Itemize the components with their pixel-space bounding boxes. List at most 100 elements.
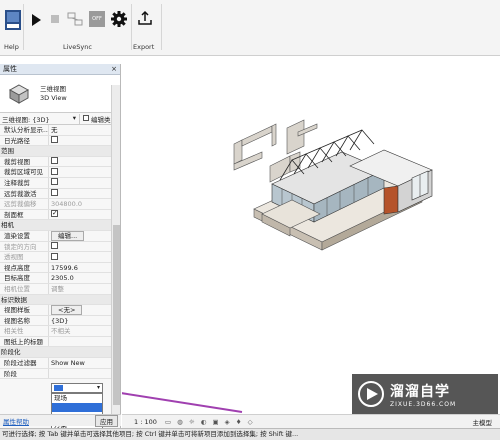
property-row[interactable]: 远剪裁偏移 304800.0 — [0, 199, 120, 210]
property-value[interactable] — [49, 252, 120, 262]
phase-option[interactable]: 现场 — [52, 394, 102, 403]
property-value[interactable]: 17599.6 — [49, 263, 120, 273]
property-row[interactable]: 视点高度 17599.6 — [0, 262, 120, 274]
gear-icon[interactable] — [110, 10, 128, 28]
property-key: 远剪裁偏移 — [0, 199, 49, 209]
property-value[interactable]: {3D} — [49, 316, 120, 326]
property-value[interactable]: 不相关 — [49, 326, 120, 336]
property-value[interactable]: <无> — [49, 305, 120, 315]
property-section[interactable]: 标识数据⌃ — [0, 294, 120, 306]
view-control-bar: 1 : 100 ▭ ◍ ☼ ◐ ▣ ◈ ♦ ◇ 主模型 — [122, 414, 500, 428]
property-value-text: Show New — [51, 359, 85, 368]
property-row[interactable]: 裁剪视图 — [0, 156, 120, 168]
property-value[interactable] — [49, 210, 120, 220]
properties-grid: 默认分析显示...无日光路径范围⌃裁剪视图裁剪区域可见注释裁剪远剪裁激活远剪裁偏… — [0, 125, 120, 380]
view-controls-icons[interactable]: ▭ ◍ ☼ ◐ ▣ ◈ ♦ ◇ — [165, 418, 255, 426]
property-row[interactable]: 视图样板 <无> — [0, 305, 120, 316]
checkbox[interactable] — [51, 210, 58, 218]
watermark-title: 溜溜自学 — [390, 383, 450, 400]
properties-scrollbar[interactable] — [111, 85, 120, 425]
property-value[interactable] — [49, 189, 120, 199]
property-row[interactable]: 阶段 — [0, 368, 120, 380]
phase-select[interactable]: ▾ — [51, 383, 103, 393]
scrollbar-thumb[interactable] — [113, 225, 120, 405]
property-row[interactable]: 锁定的方向 — [0, 241, 120, 253]
play-icon[interactable] — [30, 13, 42, 27]
property-value[interactable]: 编辑... — [49, 230, 120, 241]
property-row[interactable]: 剖面框 — [0, 209, 120, 221]
property-value[interactable] — [49, 157, 120, 167]
checkbox[interactable] — [51, 242, 58, 250]
property-row[interactable]: 裁剪区域可见 — [0, 167, 120, 178]
property-row[interactable]: 阶段过滤器 Show New — [0, 358, 120, 369]
annotation-arrow — [107, 390, 243, 413]
property-button[interactable]: <无> — [51, 305, 83, 315]
close-icon[interactable]: × — [111, 65, 117, 73]
checkbox[interactable] — [51, 178, 58, 186]
property-row[interactable]: 视图名称 {3D} — [0, 315, 120, 327]
type-selector[interactable]: 三维视图 3D View ▼ — [0, 75, 120, 113]
property-value[interactable] — [49, 369, 120, 379]
watermark-url: ZIXUE.3D66.COM — [390, 400, 457, 408]
property-value[interactable] — [49, 136, 120, 146]
property-value[interactable]: Show New — [49, 358, 120, 368]
stop-icon[interactable] — [50, 14, 60, 24]
ribbon-separator — [131, 4, 132, 50]
3d-view-icon — [6, 79, 32, 109]
property-value[interactable]: 调整 — [49, 284, 120, 294]
property-row[interactable]: 透视图 — [0, 252, 120, 263]
property-value[interactable]: 无 — [49, 125, 120, 135]
phase-option[interactable] — [52, 403, 102, 412]
property-key: 阶段 — [0, 368, 49, 379]
property-value[interactable] — [49, 167, 120, 177]
property-key: 剖面框 — [0, 209, 49, 220]
view-scale[interactable]: 1 : 100 — [134, 418, 157, 426]
model-label[interactable]: 主模型 — [473, 417, 493, 427]
property-value-text: 不相关 — [51, 327, 71, 336]
revit-logo-icon[interactable] — [5, 10, 21, 30]
instance-selector-value: 三维视图: {3D} — [2, 115, 50, 124]
property-row[interactable]: 远剪裁激活 — [0, 188, 120, 200]
checkbox[interactable] — [51, 157, 58, 165]
properties-title-bar[interactable]: 属性 × — [0, 64, 120, 75]
property-row[interactable]: 图纸上的标题 — [0, 336, 120, 348]
link-icon[interactable] — [67, 11, 83, 27]
instance-selector[interactable]: 三维视图: {3D} ▾ — [0, 114, 79, 124]
off-toggle-icon[interactable]: OFF — [89, 11, 105, 27]
property-value[interactable] — [49, 242, 120, 252]
3d-view-canvas[interactable] — [104, 64, 500, 414]
checkbox[interactable] — [51, 189, 58, 197]
property-key: 默认分析显示... — [0, 125, 49, 135]
property-value[interactable]: 2305.0 — [49, 273, 120, 283]
property-row[interactable]: 相机位置 调整 — [0, 283, 120, 295]
property-button[interactable]: 编辑... — [51, 230, 85, 241]
apply-button[interactable]: 应用 — [95, 414, 118, 427]
property-value[interactable]: 304800.0 — [49, 199, 120, 209]
properties-help-link[interactable]: 属性帮助 — [3, 416, 29, 426]
property-value[interactable] — [49, 178, 120, 188]
chevron-down-icon[interactable]: ▾ — [97, 384, 100, 391]
edit-type-icon — [83, 114, 89, 123]
section-title: 阶段化 — [1, 348, 21, 357]
section-title: 标识数据 — [1, 295, 27, 304]
property-row[interactable]: 注释裁剪 — [0, 177, 120, 189]
properties-footer: 属性帮助 应用 — [0, 414, 121, 427]
property-key: 注释裁剪 — [0, 177, 49, 188]
property-section[interactable]: 相机⌃ — [0, 220, 120, 231]
checkbox[interactable] — [51, 136, 58, 144]
property-row[interactable]: 日光路径 — [0, 135, 120, 147]
property-section[interactable]: 范围⌃ — [0, 146, 120, 157]
checkbox[interactable] — [51, 167, 58, 175]
property-key: 日光路径 — [0, 135, 49, 146]
property-row[interactable]: 相关性 不相关 — [0, 326, 120, 337]
property-value[interactable] — [49, 337, 120, 347]
export-icon[interactable] — [137, 10, 153, 26]
property-value-text: 304800.0 — [51, 200, 83, 209]
property-section[interactable]: 阶段化⌃ — [0, 347, 120, 359]
chevron-down-icon: ▾ — [72, 113, 76, 122]
property-row[interactable]: 默认分析显示... 无 — [0, 125, 120, 136]
property-row[interactable]: 渲染设置 编辑... — [0, 230, 120, 242]
section-title: 相机 — [1, 221, 14, 230]
checkbox[interactable] — [51, 252, 58, 260]
property-row[interactable]: 目标高度 2305.0 — [0, 273, 120, 284]
